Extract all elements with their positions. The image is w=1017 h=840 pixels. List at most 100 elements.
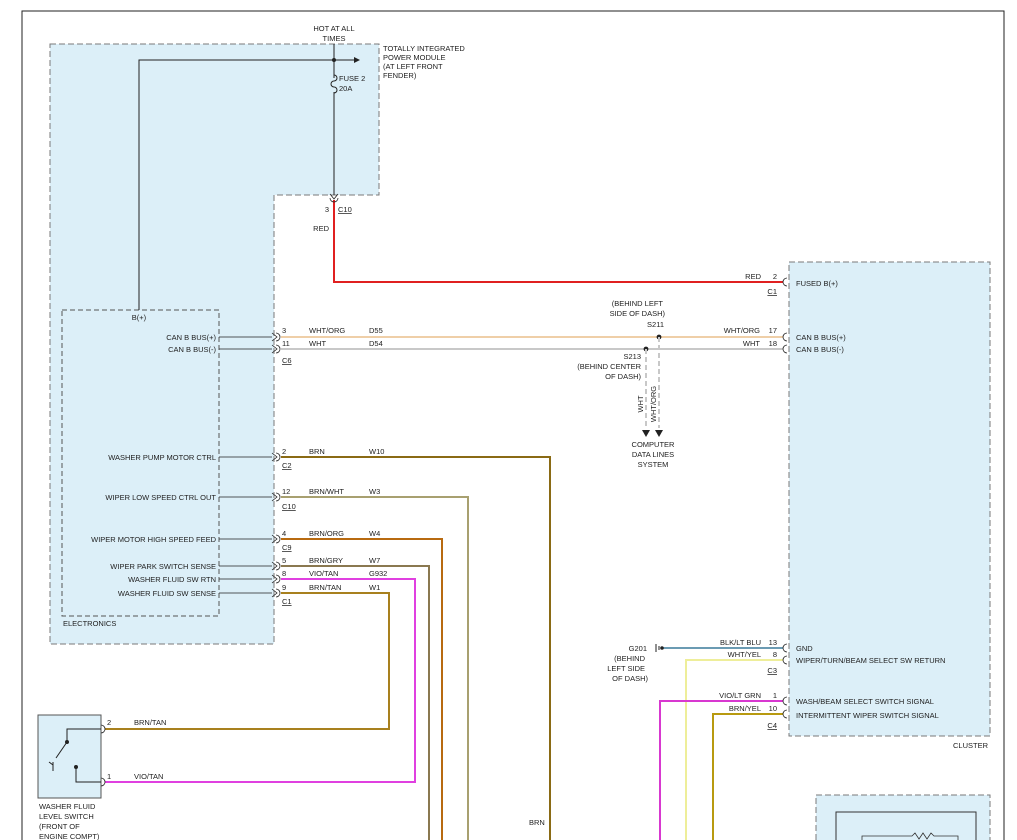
- cdl-arrow-1: [642, 430, 650, 437]
- ecm-pin-name-7: WASHER FLUID SW SENSE: [118, 589, 216, 598]
- brn-gry-w7-wire: [281, 565, 430, 840]
- ecm-pin-color-7: BRN/TAN: [309, 583, 341, 592]
- ground-loc-2: LEFT SIDE: [607, 664, 645, 673]
- fuse-label: FUSE 2: [339, 74, 365, 83]
- cluster-fused-color: RED: [745, 272, 761, 281]
- brn-wht-w3-wire: [281, 496, 469, 840]
- s211-loc-1: (BEHIND LEFT: [612, 299, 664, 308]
- ecm-pin-name-0: CAN B BUS(+): [166, 333, 216, 342]
- tipm-module-box: [49, 43, 380, 645]
- ecm-pin-num-3: 12: [282, 487, 290, 496]
- ecm-pin-name-4: WIPER MOTOR HIGH SPEED FEED: [91, 535, 216, 544]
- ws-label-4: ENGINE COMPT): [39, 832, 100, 840]
- cluster-canm-color: WHT: [743, 339, 760, 348]
- wht-yel-wire: [685, 659, 783, 840]
- ecm-pin-num-2: 2: [282, 447, 286, 456]
- ecm-pin-circuit-3: W3: [369, 487, 380, 496]
- cluster-wtb-pin: 8: [773, 650, 777, 659]
- cluster-wbs-color: VIO/LT GRN: [719, 691, 761, 700]
- tipm-pin: 3: [325, 205, 329, 214]
- drop-wht-label: WHT: [636, 395, 645, 412]
- ground-loc-1: (BEHIND: [614, 654, 645, 663]
- ecm-pin-num-4: 4: [282, 529, 286, 538]
- cluster-gnd-pin: 13: [769, 638, 777, 647]
- brn-yel-wire: [712, 713, 783, 840]
- electronics-label: ELECTRONICS: [63, 619, 116, 628]
- ecm-pin-circuit-5: W7: [369, 556, 380, 565]
- s211-label: S211: [647, 320, 664, 329]
- vio-ltgrn-wire: [659, 700, 783, 840]
- brn-org-w4-wire: [281, 538, 443, 840]
- ecm-pin-num-1: 11: [282, 339, 290, 348]
- tipm-label-1: TOTALLY INTEGRATED: [383, 44, 465, 53]
- ecm-pin-color-4: BRN/ORG: [309, 529, 344, 538]
- ecm-pin-color-5: BRN/GRY: [309, 556, 343, 565]
- cluster-label: CLUSTER: [953, 741, 989, 750]
- ground-symbol: [655, 644, 660, 652]
- cluster-canm-name: CAN B BUS(-): [796, 345, 844, 354]
- cdl-label-1: COMPUTER: [632, 440, 676, 449]
- ecm-pin-num-5: 5: [282, 556, 286, 565]
- s213-label: S213: [623, 352, 641, 361]
- cdl-label-2: DATA LINES: [632, 450, 674, 459]
- cluster-fused-conn: C1: [767, 287, 777, 296]
- ecm-pin-name-3: WIPER LOW SPEED CTRL OUT: [105, 493, 216, 502]
- ecm-pin-name-5: WIPER PARK SWITCH SENSE: [110, 562, 216, 571]
- ground-loc-3: OF DASH): [612, 674, 648, 683]
- cluster-wtb-color: WHT/YEL: [728, 650, 761, 659]
- ecm-pin-circuit-1: D54: [369, 339, 383, 348]
- s213-loc-2: OF DASH): [605, 372, 641, 381]
- tipm-label-3: (AT LEFT FRONT: [383, 62, 443, 71]
- drop-wht-org-label: WHT/ORG: [649, 386, 658, 422]
- cluster-fused-name: FUSED B(+): [796, 279, 838, 288]
- ecm-pin-color-1: WHT: [309, 339, 326, 348]
- ecm-pin-circuit-2: W10: [369, 447, 384, 456]
- ecm-pin-color-6: VIO/TAN: [309, 569, 338, 578]
- ecm-pin-conn-3: C10: [282, 502, 296, 511]
- ecm-pin-num-0: 3: [282, 326, 286, 335]
- tipm-label-4: FENDER): [383, 71, 417, 80]
- cdl-arrow-2: [655, 430, 663, 437]
- cluster-wbs-pin: 1: [773, 691, 777, 700]
- hot-label-2: TIMES: [323, 34, 346, 43]
- s213-loc-1: (BEHIND CENTER: [577, 362, 641, 371]
- cluster-connector-arrows: [782, 277, 788, 719]
- wiring-diagram: HOT AT ALL TIMES TOTALLY INTEGRATED POWE…: [21, 10, 1005, 840]
- tipm-label-2: POWER MODULE: [383, 53, 446, 62]
- cluster-iws-color: BRN/YEL: [729, 704, 761, 713]
- tipm-wire-color: RED: [313, 224, 329, 233]
- ground-name: G201: [629, 644, 647, 653]
- ecm-pin-name-1: CAN B BUS(-): [168, 345, 216, 354]
- ws-label-2: LEVEL SWITCH: [39, 812, 94, 821]
- cluster-fused-pin: 2: [773, 272, 777, 281]
- tipm-conn: C10: [338, 205, 352, 214]
- ecm-pin-circuit-7: W1: [369, 583, 380, 592]
- cluster-iws-pin: 10: [769, 704, 777, 713]
- lower-module-box: [815, 794, 991, 840]
- s211-loc-2: SIDE OF DASH): [610, 309, 666, 318]
- fuse-amps: 20A: [339, 84, 352, 93]
- ecm-pin-color-0: WHT/ORG: [309, 326, 345, 335]
- cluster-wbs-name: WASH/BEAM SELECT SWITCH SIGNAL: [796, 697, 934, 706]
- hot-label-1: HOT AT ALL: [313, 24, 354, 33]
- cluster-canm-pin: 18: [769, 339, 777, 348]
- ecm-pin-name-6: WASHER FLUID SW RTN: [128, 575, 216, 584]
- bottom-brn-label: BRN: [529, 818, 545, 827]
- ecm-pin-num-6: 8: [282, 569, 286, 578]
- ws-pin1: 1: [107, 772, 111, 781]
- ecm-pin-conn-7: C1: [282, 597, 292, 606]
- cluster-wtb-conn: C3: [767, 666, 777, 675]
- ecm-pin-conn-1: C6: [282, 356, 292, 365]
- cluster-gnd-name: GND: [796, 644, 813, 653]
- red-wire: [333, 200, 783, 283]
- bplus-label: B(+): [132, 313, 147, 322]
- cluster-iws-name: INTERMITTENT WIPER SWITCH SIGNAL: [796, 711, 939, 720]
- ecm-pin-circuit-4: W4: [369, 529, 380, 538]
- cdl-label-3: SYSTEM: [638, 460, 669, 469]
- cluster-wtb-name: WIPER/TURN/BEAM SELECT SW RETURN: [796, 656, 945, 665]
- cluster-iws-conn: C4: [767, 721, 777, 730]
- ws-pin2-color: BRN/TAN: [134, 718, 166, 727]
- ecm-pin-num-7: 9: [282, 583, 286, 592]
- hot-node: [332, 58, 336, 62]
- cluster-canp-name: CAN B BUS(+): [796, 333, 846, 342]
